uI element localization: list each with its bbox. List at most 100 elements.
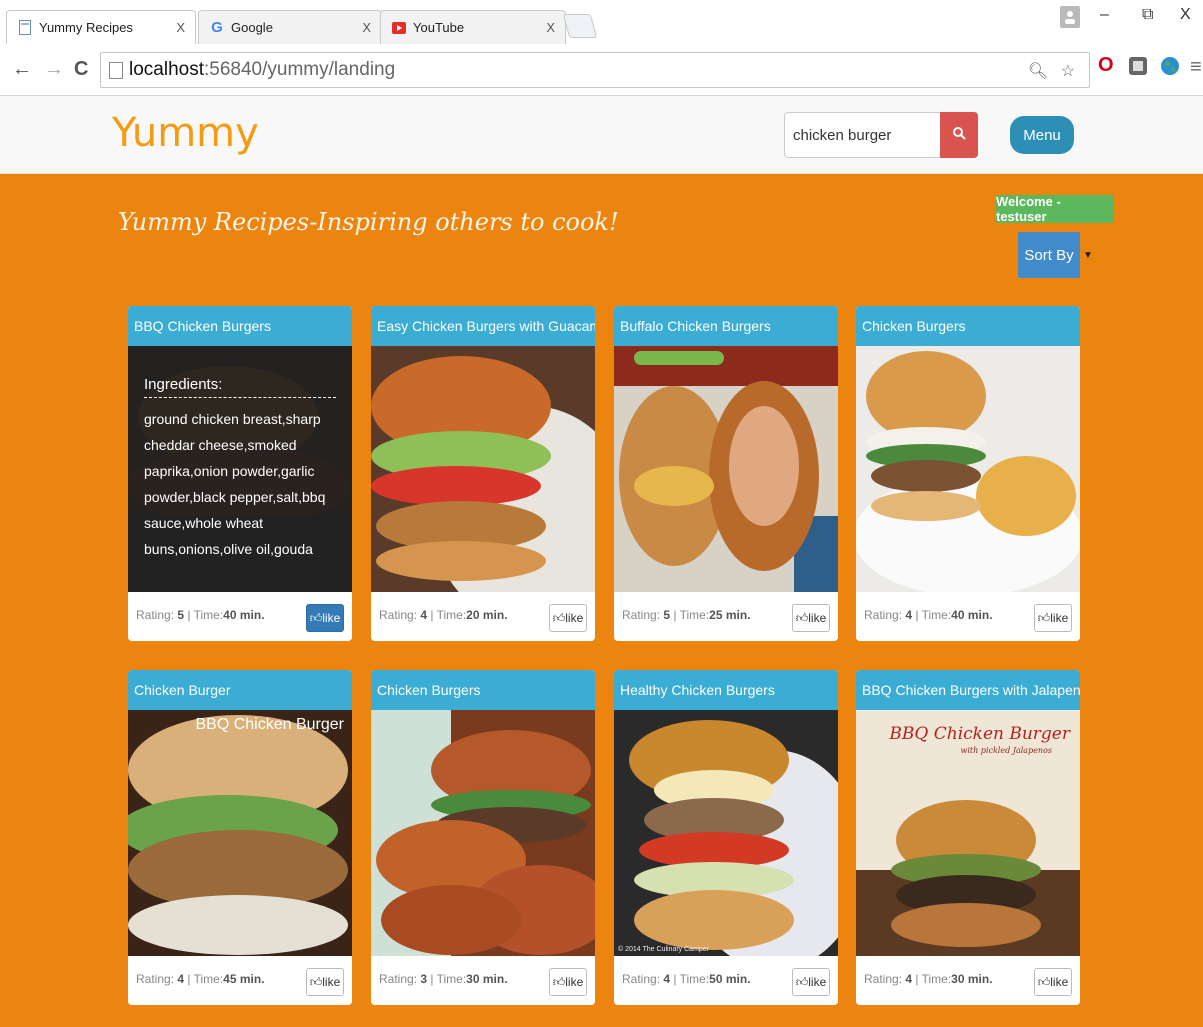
google-icon: G: [211, 19, 223, 36]
recipe-title[interactable]: Chicken Burger: [128, 670, 352, 710]
time-value: 25 min.: [709, 608, 751, 622]
recipe-title[interactable]: BBQ Chicken Burgers with Jalapenos: [856, 670, 1080, 710]
tab-title: Google: [231, 20, 273, 35]
close-icon[interactable]: X: [546, 20, 555, 35]
image-credit: © 2014 The Culinary Camper: [618, 946, 710, 953]
recipe-image[interactable]: BBQ Chicken Burger with pickled Jalapeno…: [856, 710, 1080, 956]
search-button[interactable]: [940, 112, 978, 158]
thumbs-up-icon: 👍︎: [795, 974, 809, 989]
forward-arrow-icon[interactable]: →: [44, 58, 64, 81]
time-value: 50 min.: [709, 972, 751, 986]
close-icon[interactable]: X: [362, 20, 371, 35]
recipe-card[interactable]: Chicken Burger BBQ Chicken Burger Rating…: [128, 670, 352, 1005]
reload-icon[interactable]: C: [74, 58, 88, 81]
browser-menu-icon[interactable]: ≡: [1190, 56, 1202, 79]
recipe-card[interactable]: Easy Chicken Burgers with Guacamole Rati…: [371, 306, 595, 641]
recipe-title[interactable]: Chicken Burgers: [856, 306, 1080, 346]
like-button[interactable]: 👍︎ like: [792, 968, 830, 996]
page-icon: [17, 20, 33, 36]
thumbs-up-icon: 👍︎: [552, 974, 566, 989]
thumbs-up-icon: 👍︎: [1037, 610, 1051, 625]
recipe-card[interactable]: BBQ Chicken Burgers Ingredients: ground …: [128, 306, 352, 641]
rating-time: Rating: 4 | Time:45 min.: [136, 972, 265, 986]
minimize-icon[interactable]: –: [1100, 6, 1109, 24]
zoom-key-star-icons[interactable]: 🔍︎ ☆: [1028, 61, 1079, 81]
thumbs-up-icon: 👍︎: [1037, 974, 1051, 989]
rating-time: Rating: 5 | Time:25 min.: [622, 608, 751, 622]
image-subcaption: with pickled Jalapenos: [960, 746, 1052, 755]
ingredients-text: ground chicken breast,sharp cheddar chee…: [144, 411, 326, 557]
extension-icon[interactable]: [1128, 56, 1148, 82]
ingredients-heading: Ingredients:: [144, 376, 336, 398]
like-button[interactable]: 👍︎ like: [792, 604, 830, 632]
card-footer: Rating: 4 | Time:45 min. 👍︎ like: [128, 956, 352, 1005]
time-value: 40 min.: [951, 608, 993, 622]
card-footer: Rating: 4 | Time:50 min. 👍︎ like: [614, 956, 838, 1005]
recipe-image[interactable]: [371, 710, 595, 956]
image-caption: BBQ Chicken Burger: [195, 716, 344, 733]
back-arrow-icon[interactable]: ←: [12, 58, 32, 81]
restore-icon[interactable]: ⧉: [1142, 6, 1153, 24]
card-footer: Rating: 4 | Time:40 min. 👍︎ like: [856, 592, 1080, 641]
recipe-title[interactable]: Buffalo Chicken Burgers: [614, 306, 838, 346]
recipe-card[interactable]: Chicken Burgers Rating: 3 | Time:30 min.…: [371, 670, 595, 1005]
tab-google[interactable]: G Google X: [198, 10, 382, 44]
profile-icon[interactable]: [1060, 6, 1080, 28]
brand-logo[interactable]: Yummy: [112, 110, 259, 156]
recipe-image[interactable]: BBQ Chicken Burger: [128, 710, 352, 956]
recipe-image[interactable]: [371, 346, 595, 592]
rating-time: Rating: 4 | Time:40 min.: [864, 608, 993, 622]
url-host: localhost: [129, 59, 204, 80]
recipe-image[interactable]: © 2014 The Culinary Camper: [614, 710, 838, 956]
recipe-card[interactable]: BBQ Chicken Burgers with Jalapenos BBQ C…: [856, 670, 1080, 1005]
time-value: 30 min.: [951, 972, 993, 986]
like-button[interactable]: 👍︎ like: [1034, 604, 1072, 632]
like-button[interactable]: 👍︎ like: [1034, 968, 1072, 996]
card-footer: Rating: 5 | Time:40 min. 👍︎ like: [128, 592, 352, 641]
recipe-title[interactable]: Chicken Burgers: [371, 670, 595, 710]
recipe-card[interactable]: Healthy Chicken Burgers © 2014 The Culin…: [614, 670, 838, 1005]
opera-icon[interactable]: O: [1098, 54, 1114, 77]
sort-by-button[interactable]: Sort By: [1018, 232, 1080, 278]
time-value: 45 min.: [223, 972, 265, 986]
tab-youtube[interactable]: YouTube X: [380, 10, 566, 44]
url-field[interactable]: localhost :56840/yummy/landing 🔍︎ ☆: [100, 52, 1090, 88]
recipe-title[interactable]: Easy Chicken Burgers with Guacamole: [371, 306, 595, 346]
card-footer: Rating: 5 | Time:25 min. 👍︎ like: [614, 592, 838, 641]
recipe-image[interactable]: [614, 346, 838, 592]
caret-down-icon[interactable]: ▼: [1083, 250, 1093, 261]
recipe-card[interactable]: Chicken Burgers Rating: 4 | Time:40 min.…: [856, 306, 1080, 641]
menu-button[interactable]: Menu: [1010, 116, 1074, 154]
recipe-title[interactable]: Healthy Chicken Burgers: [614, 670, 838, 710]
thumbs-up-icon: 👍︎: [309, 974, 323, 989]
globe-icon[interactable]: [1160, 56, 1180, 82]
rating-time: Rating: 4 | Time:20 min.: [379, 608, 508, 622]
like-button[interactable]: 👍︎ like: [306, 604, 344, 632]
card-footer: Rating: 4 | Time:20 min. 👍︎ like: [371, 592, 595, 641]
time-value: 40 min.: [223, 608, 265, 622]
window-close-icon[interactable]: X: [1180, 6, 1191, 24]
like-button[interactable]: 👍︎ like: [549, 968, 587, 996]
rating-time: Rating: 3 | Time:30 min.: [379, 972, 508, 986]
close-icon[interactable]: X: [176, 20, 185, 35]
recipe-title[interactable]: BBQ Chicken Burgers: [128, 306, 352, 346]
tab-title: YouTube: [413, 20, 465, 35]
search-icon: [952, 126, 966, 145]
url-path: :56840/yummy/landing: [204, 59, 396, 80]
tab-title: Yummy Recipes: [39, 20, 133, 35]
like-button[interactable]: 👍︎ like: [549, 604, 587, 632]
search-input[interactable]: [784, 112, 940, 158]
tab-yummy-recipes[interactable]: Yummy Recipes X: [6, 10, 196, 44]
rating-time: Rating: 5 | Time:40 min.: [136, 608, 265, 622]
recipe-image[interactable]: [856, 346, 1080, 592]
address-bar: ← → C localhost :56840/yummy/landing 🔍︎ …: [0, 44, 1203, 96]
new-tab-button[interactable]: [562, 14, 598, 38]
like-button[interactable]: 👍︎ like: [306, 968, 344, 996]
recipe-image[interactable]: Ingredients: ground chicken breast,sharp…: [128, 346, 352, 592]
main-content: Yummy Recipes-Inspiring others to cook! …: [0, 174, 1203, 1027]
rating-time: Rating: 4 | Time:30 min.: [864, 972, 993, 986]
page-icon: [109, 61, 123, 79]
recipe-card[interactable]: Buffalo Chicken Burgers Rating: 5 | Time…: [614, 306, 838, 641]
thumbs-up-icon: 👍︎: [795, 610, 809, 625]
browser-tab-bar: Yummy Recipes X G Google X YouTube X – ⧉…: [0, 0, 1203, 44]
